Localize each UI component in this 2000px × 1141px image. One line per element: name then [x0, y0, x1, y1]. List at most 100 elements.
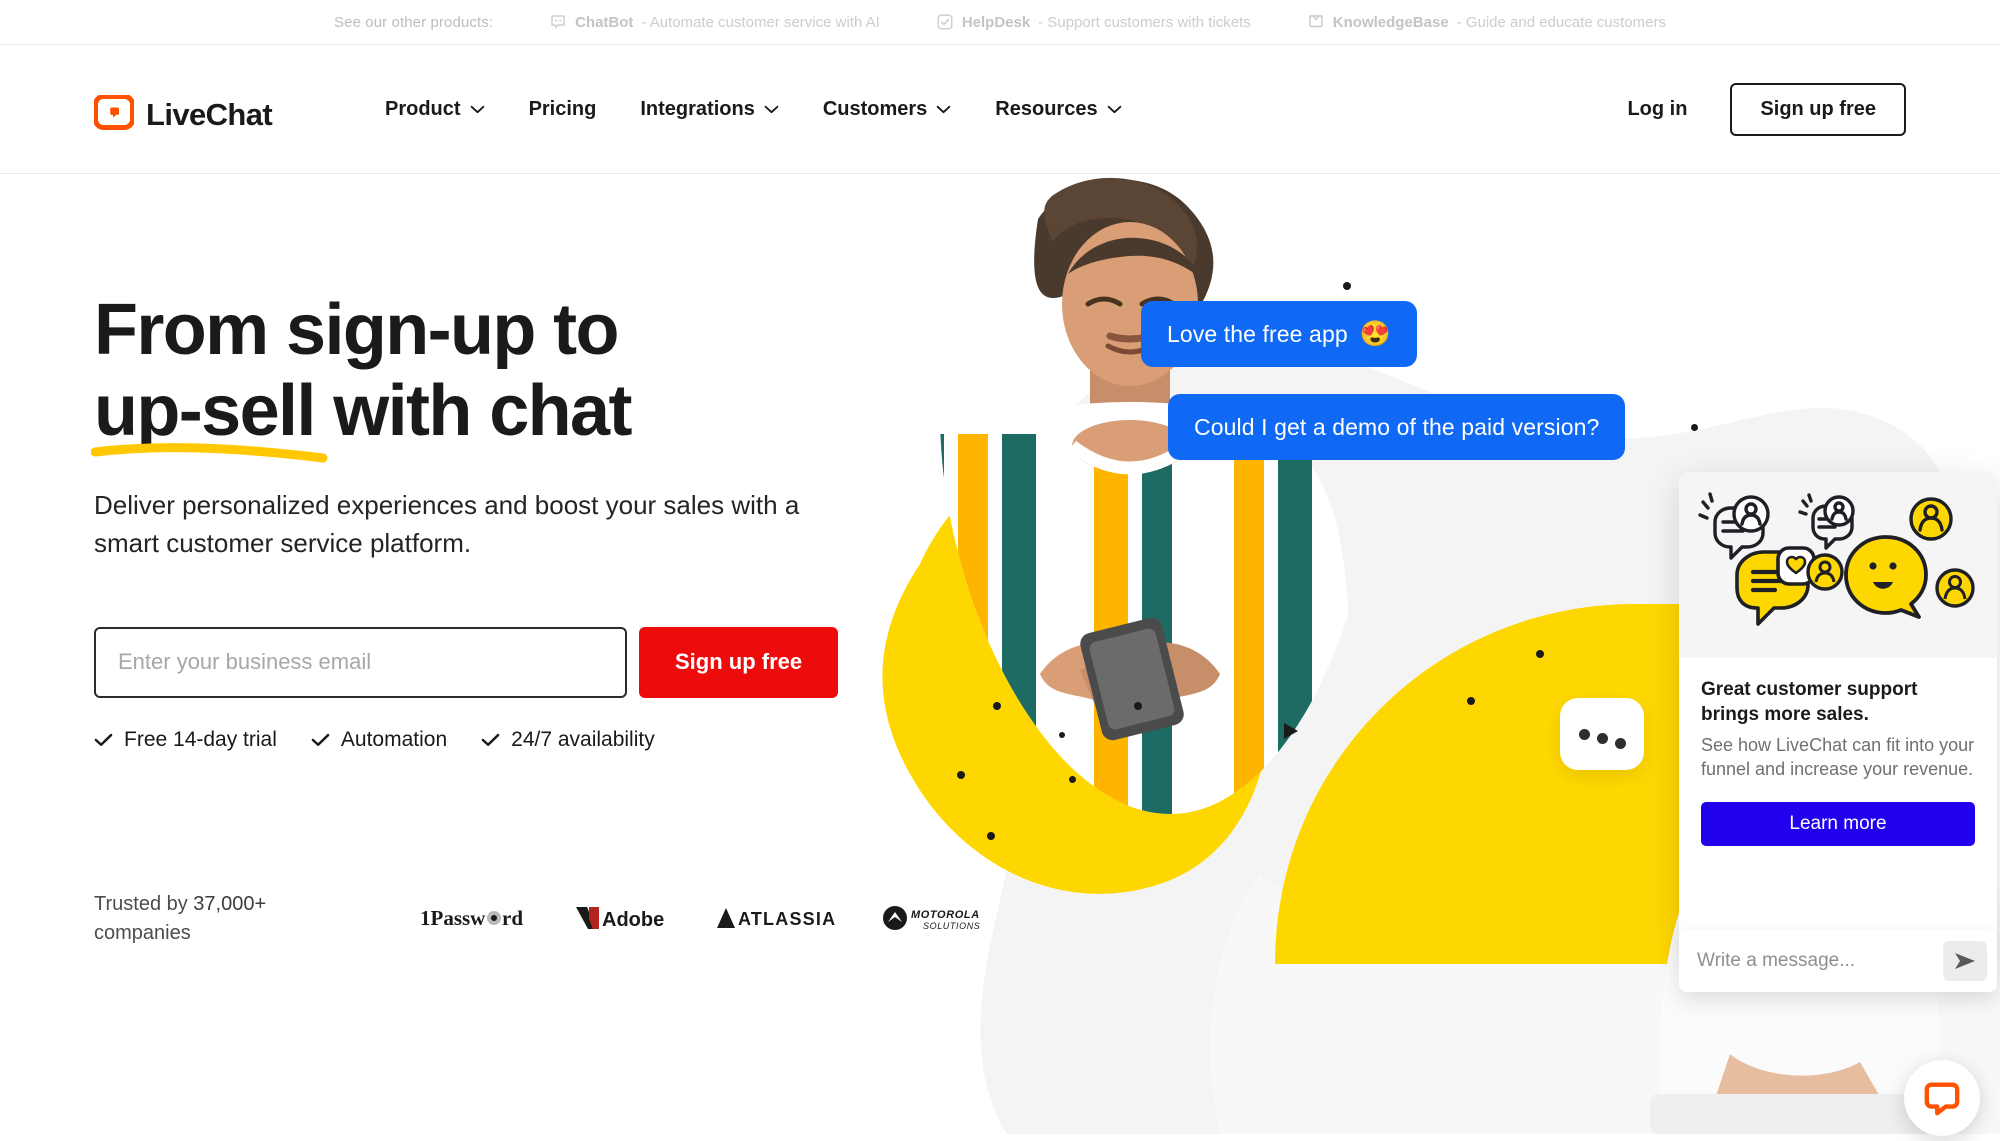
chevron-down-icon: [764, 105, 779, 114]
product-name: KnowledgeBase: [1332, 13, 1449, 31]
decor-dot: [957, 771, 965, 779]
decor-dot: [987, 832, 995, 840]
hero-content: From sign-up to up-sell with chat Delive…: [91, 290, 894, 752]
product-name: HelpDesk: [961, 13, 1031, 31]
hero-signup-button[interactable]: Sign up free: [639, 626, 839, 698]
brand-logo-1password: 1Passw rd: [420, 906, 523, 930]
decor-dot: [1069, 776, 1076, 783]
nav-item-pricing[interactable]: Pricing: [507, 98, 619, 121]
nav-label: Resources: [995, 98, 1098, 120]
perk-label: 24/7 availability: [511, 727, 655, 751]
header-actions: Log in Sign up free: [1627, 45, 1906, 174]
typing-dot: [1614, 737, 1626, 749]
trusted-count: 37,000+: [193, 893, 267, 915]
decor-dot: [1536, 650, 1544, 658]
widget-body: Great customer support brings more sales…: [1679, 658, 1997, 846]
perk-item: Free 14-day trial: [94, 728, 277, 752]
chat-bubble-text: Could I get a demo of the paid version?: [1194, 413, 1600, 440]
product-desc: - Guide and educate customers: [1456, 13, 1666, 31]
perk-item: Automation: [311, 728, 447, 752]
product-desc: - Support customers with tickets: [1038, 13, 1251, 31]
check-icon: [481, 733, 500, 746]
decor-dot: [1134, 702, 1142, 710]
chevron-down-icon: [937, 105, 951, 114]
decor-dot: [1467, 697, 1475, 705]
chat-bubble-1: Love the free app 😍: [1141, 301, 1417, 367]
chat-widget-card: Great customer support brings more sales…: [1679, 472, 1997, 942]
brand-logo-adobe: Adobe: [576, 907, 664, 931]
product-link-chatbot[interactable]: ChatBot - Automate customer service with…: [549, 13, 880, 31]
typing-indicator: [1560, 698, 1644, 770]
perk-item: 24/7 availability: [481, 728, 655, 752]
svg-text:rd: rd: [502, 906, 523, 930]
typing-dot: [1596, 732, 1608, 744]
widget-illustration: [1679, 472, 1997, 658]
nav-item-product[interactable]: Product: [363, 98, 507, 121]
nav-label: Pricing: [528, 98, 597, 120]
chevron-down-icon: [470, 105, 484, 114]
livechat-chat-icon: [1924, 1082, 1960, 1116]
check-icon: [311, 733, 330, 746]
chat-bubble-2: Could I get a demo of the paid version?: [1168, 394, 1626, 460]
product-link-knowledgebase[interactable]: KnowledgeBase - Guide and educate custom…: [1307, 13, 1666, 31]
check-icon: [94, 733, 113, 746]
site-header: LiveChat Product Pricing Integrations Cu…: [0, 45, 2000, 174]
svg-text:SOLUTIONS: SOLUTIONS: [923, 921, 980, 931]
svg-text:ATLASSIAN: ATLASSIAN: [738, 909, 836, 929]
other-products-label: See our other products:: [334, 13, 494, 31]
nav-item-resources[interactable]: Resources: [973, 98, 1143, 121]
brand-logo-motorola-solutions: MOTOROLA SOLUTIONS: [883, 906, 980, 931]
chatbot-icon: [551, 15, 565, 29]
learn-more-button[interactable]: Learn more: [1701, 801, 1975, 846]
svg-text:1Passw: 1Passw: [420, 906, 486, 930]
trusted-prefix: Trusted by: [94, 893, 194, 915]
login-link[interactable]: Log in: [1627, 98, 1687, 121]
trusted-by-section: Trusted by 37,000+ companies 1Passw rd A…: [94, 890, 998, 948]
headline-highlight: up-sell: [94, 370, 316, 451]
send-icon: [1955, 953, 1975, 969]
perk-label: Free 14-day trial: [124, 727, 277, 751]
email-field[interactable]: [94, 626, 627, 698]
header-signup-button[interactable]: Sign up free: [1730, 83, 1906, 136]
headline-rest: with chat: [314, 370, 632, 451]
nav-item-customers[interactable]: Customers: [801, 98, 973, 121]
brand-logo-atlassian: ATLASSIAN: [717, 908, 836, 929]
hero-subheading: Deliver personalized experiences and boo…: [94, 490, 800, 558]
play-marker-icon: [1284, 723, 1298, 739]
nav-label: Product: [385, 98, 461, 120]
chat-bubble-text: Love the free app: [1167, 320, 1348, 347]
decor-dot: [1059, 732, 1065, 738]
product-desc: - Automate customer service with AI: [641, 13, 880, 31]
knowledgebase-icon: [1308, 15, 1323, 28]
perk-label: Automation: [340, 727, 448, 751]
product-link-helpdesk[interactable]: HelpDesk - Support customers with ticket…: [936, 13, 1251, 31]
decor-dot: [1691, 424, 1698, 431]
heart-eyes-emoji: 😍: [1359, 319, 1391, 348]
svg-text:MOTOROLA: MOTOROLA: [911, 909, 980, 921]
svg-text:Adobe: Adobe: [602, 909, 664, 931]
brand-logos: 1Passw rd Adobe ATLASSIAN MOTOROLA SOLUT…: [420, 904, 998, 932]
widget-title: Great customer support brings more sales…: [1701, 679, 1918, 725]
trusted-suffix: companies: [94, 922, 191, 944]
nav-item-integrations[interactable]: Integrations: [618, 98, 800, 121]
nav-label: Customers: [822, 98, 928, 120]
page-root: See our other products: ChatBot - Automa…: [0, 0, 2000, 1141]
send-button[interactable]: [1943, 941, 1987, 981]
other-products-bar: See our other products: ChatBot - Automa…: [0, 0, 2000, 45]
logo-link[interactable]: LiveChat: [94, 95, 273, 135]
support-illustration-icon: [1698, 492, 1975, 626]
highlight-underline: [91, 442, 328, 463]
message-input-placeholder[interactable]: Write a message...: [1697, 950, 1943, 972]
logo-text: LiveChat: [146, 97, 273, 132]
decor-dot: [993, 702, 1001, 710]
chevron-down-icon: [1107, 105, 1121, 114]
widget-description: See how LiveChat can fit into your funne…: [1701, 735, 1975, 780]
main-nav: Product Pricing Integrations Customers R…: [363, 45, 1144, 174]
signup-form: Sign up free: [94, 626, 894, 698]
perks-list: Free 14-day trial Automation 24/7 availa…: [94, 728, 894, 752]
headline-line-1: From sign-up to: [94, 290, 620, 370]
page-title: From sign-up to up-sell with chat: [91, 290, 894, 463]
chat-launcher-button[interactable]: [1904, 1060, 1980, 1136]
chat-composer[interactable]: Write a message...: [1679, 930, 1997, 992]
hero-person-photo: [940, 177, 1350, 814]
